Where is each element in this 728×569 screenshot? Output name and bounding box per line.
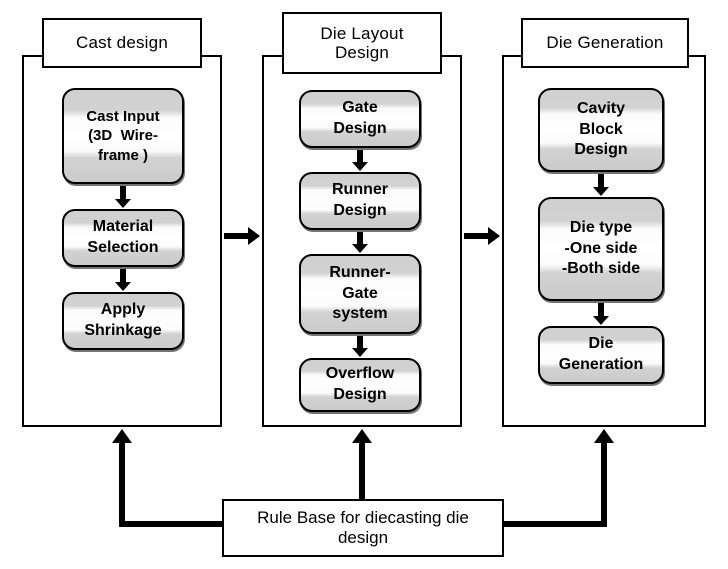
phase-title-label: Cast design [76, 33, 168, 53]
process-line: Overflow [325, 365, 395, 383]
process-box-gate-design[interactable]: Gate Design [299, 90, 421, 148]
process-line: Runner- [329, 263, 391, 281]
arrow-head [352, 244, 368, 253]
process-line: Gate [342, 284, 378, 302]
process-line: Gate [342, 99, 378, 117]
phase-title-label: Die Layout Design [320, 23, 404, 62]
arrow-runner-gate-to-overflow [347, 336, 373, 357]
arrow-head [593, 187, 609, 196]
process-line: Cavity [576, 99, 626, 117]
arrow-head [352, 162, 368, 171]
process-line: Apply [100, 301, 146, 319]
process-line: system [332, 305, 388, 323]
arrow-shaft [464, 233, 490, 239]
process-line: Shrinkage [84, 322, 162, 339]
process-box-die-type[interactable]: Die type -One side -Both side [538, 197, 664, 301]
process-line: Block [579, 120, 623, 138]
feedback-center-vertical-segment [359, 443, 365, 500]
feedback-center-arrow-head [352, 429, 372, 443]
process-line: Runner [332, 181, 388, 199]
feedback-left-horizontal-segment [119, 521, 224, 527]
process-box-runner-gate-system[interactable]: Runner- Gate system [299, 254, 421, 334]
process-line: Die type [569, 218, 633, 236]
arrow-head [248, 227, 260, 245]
feedback-left-vertical-segment [119, 443, 125, 527]
arrow-head [593, 316, 609, 325]
arrow-shaft [224, 233, 250, 239]
phase-title-die-layout-design: Die Layout Design [282, 12, 442, 74]
process-line: Design [574, 141, 628, 159]
phase-title-label: Die Generation [546, 33, 664, 53]
arrow-head [352, 348, 368, 357]
arrow-cast-design-to-die-layout [224, 227, 260, 245]
process-line: Cast Input [86, 107, 160, 125]
phase-title-die-generation: Die Generation [521, 18, 689, 68]
process-box-die-generation-step[interactable]: Die Generation [538, 326, 664, 384]
arrow-gate-to-runner [347, 150, 373, 171]
arrow-cavity-block-to-die-type [588, 174, 614, 196]
process-box-cast-input[interactable]: Cast Input (3D Wire- frame ) [62, 88, 184, 184]
process-line: frame ) [97, 146, 149, 164]
process-line: -One side [564, 239, 638, 257]
arrow-shaft [598, 174, 604, 188]
arrow-shaft [598, 303, 604, 317]
rule-base-label: Rule Base for diecasting die design [257, 507, 469, 547]
process-line: Die [588, 335, 614, 353]
arrow-die-layout-to-die-generation [464, 227, 500, 245]
flowchart-canvas: Cast design Cast Input (3D Wire- frame )… [0, 0, 728, 569]
arrow-runner-to-runner-gate [347, 232, 373, 253]
arrow-head [488, 227, 500, 245]
process-box-overflow-design[interactable]: Overflow Design [299, 358, 421, 412]
arrow-cast-input-to-material [110, 186, 136, 208]
process-line: Design [333, 120, 387, 137]
process-line: Generation [558, 356, 644, 373]
feedback-left-arrow-head [112, 429, 132, 443]
process-box-runner-design[interactable]: Runner Design [299, 172, 421, 230]
arrow-shaft [120, 186, 126, 200]
feedback-right-arrow-head [594, 429, 614, 443]
feedback-right-vertical-segment [601, 443, 607, 527]
arrow-head [115, 282, 131, 291]
process-line: Design [333, 386, 387, 403]
arrow-shaft [120, 269, 126, 283]
arrow-head [115, 199, 131, 208]
process-box-apply-shrinkage[interactable]: Apply Shrinkage [62, 292, 184, 350]
phase-title-cast-design: Cast design [42, 18, 202, 68]
process-line: Design [333, 202, 387, 219]
process-box-cavity-block-design[interactable]: Cavity Block Design [538, 88, 664, 172]
process-line: Material [92, 218, 154, 236]
arrow-die-type-to-die-generation [588, 303, 614, 325]
process-box-material-selection[interactable]: Material Selection [62, 209, 184, 267]
feedback-right-horizontal-segment [502, 521, 607, 527]
process-line: (3D Wire- [88, 127, 158, 145]
process-line: Selection [87, 239, 159, 256]
rule-base-box[interactable]: Rule Base for diecasting die design [222, 499, 504, 557]
process-line: -Both side [561, 260, 641, 278]
arrow-material-to-shrinkage [110, 269, 136, 291]
